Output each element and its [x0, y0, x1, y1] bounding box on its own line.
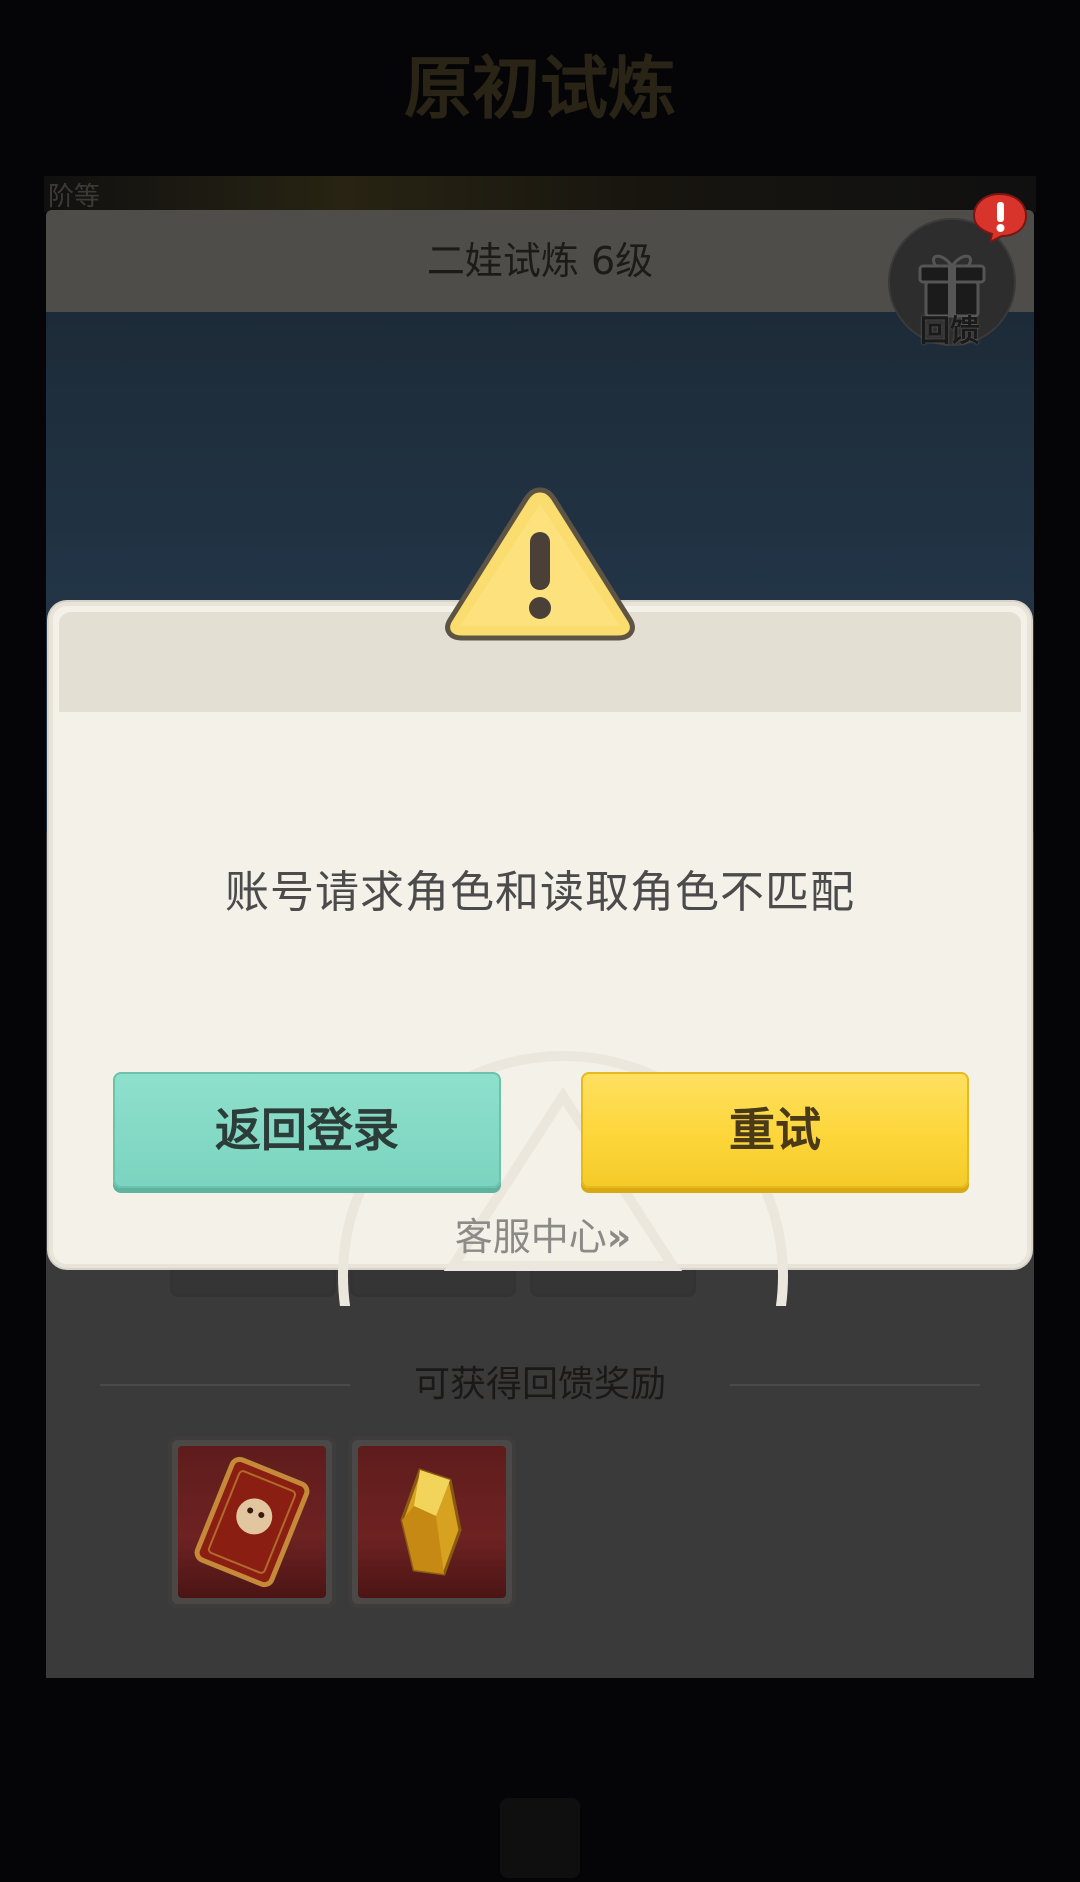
strip-text: 阶等: [48, 182, 101, 212]
alert-badge-icon: [972, 192, 1028, 242]
reward-item-card[interactable]: [168, 1436, 336, 1608]
retry-button[interactable]: 重试: [581, 1072, 969, 1188]
reward-heading: 可获得回馈奖励: [413, 1364, 666, 1405]
customer-service-label: 客服中心: [454, 1215, 607, 1259]
back-to-login-button[interactable]: 返回登录: [113, 1072, 501, 1188]
reward-item-crystal[interactable]: [348, 1436, 516, 1608]
game-screen: 原初试炼 阶等 二娃试炼 6级 可获得回馈奖励 回馈 账号请求角色和读取角色不匹…: [0, 0, 1080, 1882]
customer-service-link[interactable]: 客服中心»: [53, 1206, 1027, 1261]
bottom-button: [500, 1798, 580, 1878]
dialog-message: 账号请求角色和读取角色不匹配: [225, 867, 855, 918]
error-dialog: 账号请求角色和读取角色不匹配 返回登录 重试 客服中心»: [49, 602, 1031, 1306]
reward-heading-row: 可获得回馈奖励: [100, 1360, 980, 1410]
crystal-icon: [400, 1468, 462, 1576]
warning-icon: [445, 487, 635, 641]
top-strip: [44, 176, 1036, 212]
trial-panel-title: 二娃试炼 6级: [426, 239, 654, 283]
card-icon: [194, 1456, 310, 1588]
double-chevron-right-icon: »: [606, 1215, 631, 1259]
page-title: 原初试炼: [403, 50, 676, 129]
item-slot: [170, 1268, 336, 1297]
feedback-label: 回馈: [920, 314, 980, 349]
